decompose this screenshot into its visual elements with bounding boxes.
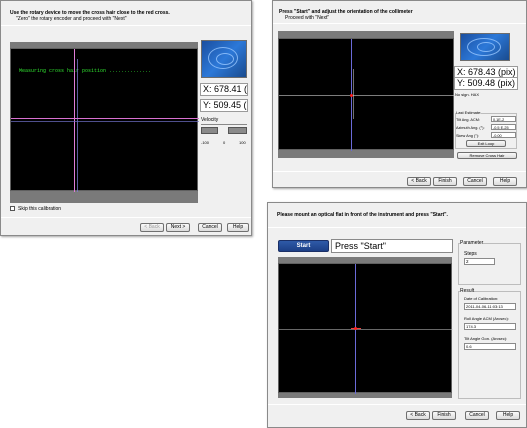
red-cross-marker: [354, 327, 357, 330]
tilt-angle-label: Tilt Angle Gon. (Arcsec):: [464, 336, 508, 341]
cancel-button[interactable]: Cancel: [198, 223, 222, 232]
back-button[interactable]: < Back: [140, 223, 164, 232]
estimate-row-label-1: Tilt Ang. ACM:: [456, 118, 480, 122]
company-logo: [201, 40, 247, 78]
horizontal-reference-line: [11, 121, 199, 122]
footer-separator: [1, 217, 251, 218]
camera-view: Measuring cross hair position ..........…: [10, 48, 199, 192]
x-coordinate-readout: X: 678.41 (pix: [200, 83, 248, 96]
no-sign-label: No sign. HAX: [455, 92, 480, 97]
company-logo: [460, 33, 510, 61]
remove-cross-hair-button[interactable]: Remove Cross Hair: [457, 152, 517, 159]
estimate-row-value-1: 0.1E-2: [491, 116, 516, 122]
estimate-row-value-3: -0.00: [491, 132, 516, 138]
velocity-tick-mid: 0: [223, 140, 226, 145]
velocity-track: [201, 124, 247, 125]
instruction-text: Please mount an optical flat in front of…: [277, 212, 522, 218]
estimate-row-label-2: Azimuth Ang. (°):: [456, 126, 485, 130]
velocity-label: Velocity: [201, 117, 219, 123]
horizontal-crosshair: [279, 95, 455, 96]
finish-button[interactable]: Finish: [433, 177, 457, 186]
screen-message: Measuring cross hair position ..........…: [19, 68, 152, 74]
logo-swirl-inner: [477, 42, 495, 52]
collimator-wizard-dialog: Press "Start" and adjust the orientation…: [272, 0, 527, 188]
help-button[interactable]: Help: [496, 411, 520, 420]
estimate-row-label-3: Skew Ang (°):: [456, 134, 480, 138]
footer-separator: [268, 404, 526, 405]
velocity-slider-left[interactable]: [201, 127, 218, 134]
instruction-line-2: "Zero" the rotary encoder and proceed wi…: [16, 16, 127, 22]
exit-loop-button[interactable]: Exit Loop: [466, 140, 506, 147]
camera-view: [278, 263, 453, 394]
header-separator: [1, 25, 251, 26]
roll-angle-label: Roll Angle ACM (Arcsec):: [464, 316, 509, 321]
parameter-label: Parameter: [460, 240, 484, 246]
footer-separator: [273, 171, 526, 172]
help-button[interactable]: Help: [227, 223, 249, 232]
optical-flat-wizard-dialog: Please mount an optical flat in front of…: [267, 202, 527, 428]
back-button[interactable]: < Back: [406, 411, 430, 420]
instruction-line-1: Please mount an optical flat in front of…: [277, 212, 448, 218]
vertical-reference-line: [77, 59, 78, 192]
next-button[interactable]: Next >: [166, 223, 190, 232]
status-display: Press "Start": [331, 239, 453, 253]
velocity-slider-right[interactable]: [228, 127, 247, 134]
help-button[interactable]: Help: [493, 177, 517, 186]
logo-swirl-inner: [216, 53, 234, 65]
header-separator: [273, 23, 526, 24]
y-coordinate-readout: Y: 509.48 (pix): [454, 77, 518, 90]
steps-label: Steps: [464, 251, 477, 257]
tilt-angle-value: 0.6: [464, 343, 516, 350]
skip-calibration-checkbox[interactable]: [10, 206, 15, 211]
crosshair-wizard-dialog: Use the rotary device to move the cross …: [0, 0, 252, 236]
skip-calibration-label: Skip this calibration: [18, 206, 62, 212]
estimate-row-value-2: -0.5 E-25: [491, 124, 516, 130]
horizontal-crosshair: [279, 329, 453, 330]
cancel-button[interactable]: Cancel: [463, 177, 487, 186]
horizontal-crosshair: [11, 118, 199, 119]
start-button[interactable]: Start: [278, 240, 329, 252]
instruction-text: Use the rotary device to move the cross …: [10, 10, 248, 22]
back-button[interactable]: < Back: [407, 177, 431, 186]
velocity-tick-right: 100: [239, 140, 246, 145]
header-separator: [268, 227, 526, 228]
camera-view: [278, 38, 455, 151]
date-value: 2011-04-06-11:03:13: [464, 303, 516, 310]
reference-line: [353, 69, 354, 119]
roll-angle-value: 174.3: [464, 323, 516, 330]
instruction-line-2: Proceed with "Next": [285, 15, 330, 21]
finish-button[interactable]: Finish: [432, 411, 456, 420]
steps-input[interactable]: 2: [464, 258, 495, 265]
cancel-button[interactable]: Cancel: [465, 411, 489, 420]
date-label: Date of Calibration:: [464, 296, 499, 301]
y-coordinate-readout: Y: 509.45 (pix: [200, 99, 248, 112]
velocity-tick-left: -100: [201, 140, 210, 145]
instruction-text: Press "Start" and adjust the orientation…: [279, 9, 479, 21]
last-estimate-label: Last Estimate:: [456, 110, 482, 116]
result-label: Result: [460, 288, 475, 294]
